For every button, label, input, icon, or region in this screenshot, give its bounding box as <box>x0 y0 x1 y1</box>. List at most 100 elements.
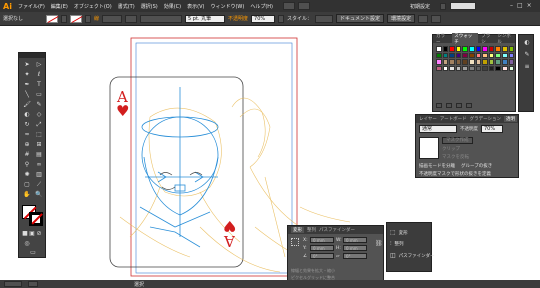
swatch-chip[interactable] <box>488 59 495 65</box>
draw-mode-icon[interactable]: ◎ <box>22 240 32 248</box>
invert-mask-checkbox[interactable]: マスクを反転 <box>442 154 473 160</box>
swatch-chip[interactable] <box>501 59 508 65</box>
hand-tool-icon[interactable]: ✋ <box>22 191 32 199</box>
swatch-chip[interactable] <box>468 46 475 52</box>
stroke-dropdown[interactable] <box>85 14 91 23</box>
stroke-label[interactable]: 線 <box>94 15 99 22</box>
swatch-chip[interactable] <box>482 52 488 59</box>
width-tool-icon[interactable]: ≈ <box>22 131 32 139</box>
direct-selection-tool-icon[interactable]: ▷ <box>34 61 44 69</box>
swatch-chip[interactable] <box>488 46 495 52</box>
fill-dropdown[interactable] <box>61 14 67 23</box>
maximize-icon[interactable]: □ <box>517 2 523 9</box>
swatch-chip[interactable] <box>449 52 455 59</box>
search-field[interactable] <box>450 2 477 10</box>
menu-type[interactable]: 書式(T) <box>118 3 135 10</box>
swatch-chip[interactable] <box>488 52 495 59</box>
swatch-chip[interactable] <box>495 59 501 65</box>
tab-artboards[interactable]: アートボード <box>440 116 467 122</box>
symbol-sprayer-tool-icon[interactable]: ✺ <box>22 171 32 179</box>
swatch-chip[interactable] <box>482 65 488 72</box>
chevron-down-icon[interactable] <box>440 2 447 10</box>
transform-button[interactable] <box>431 14 442 23</box>
swatch-library-icon[interactable] <box>436 103 442 108</box>
swatch-chip[interactable] <box>482 59 488 65</box>
magic-wand-tool-icon[interactable]: ✦ <box>22 71 32 79</box>
menu-view[interactable]: 表示(V) <box>187 3 204 10</box>
scale-tool-icon[interactable]: ⤢ <box>34 121 44 129</box>
menu-window[interactable]: ウィンドウ(W) <box>210 3 244 10</box>
tab-color[interactable]: カラー <box>436 33 449 45</box>
swatch-chip[interactable] <box>462 52 468 59</box>
menu-edit[interactable]: 編集(E) <box>51 3 68 10</box>
opacity-field[interactable]: 70% <box>251 14 276 23</box>
swatch-chip[interactable] <box>475 65 482 72</box>
menu-file[interactable]: ファイル(F) <box>18 3 45 10</box>
opacity-mask-knockout-checkbox[interactable]: 不透明度マスクで形状の抜きを定義 <box>416 170 518 178</box>
type-tool-icon[interactable]: T <box>34 81 44 89</box>
blend-tool-icon[interactable]: ∞ <box>34 161 44 169</box>
swatch-chip[interactable] <box>462 65 468 72</box>
swatch-chip[interactable] <box>501 46 508 52</box>
make-mask-button[interactable]: マスク作成 <box>442 137 473 144</box>
free-transform-tool-icon[interactable]: ⬚ <box>34 131 44 139</box>
screen-mode-icon[interactable]: ▭ <box>28 249 38 257</box>
swatch-chip[interactable] <box>495 46 501 52</box>
menu-object[interactable]: オブジェクト(O) <box>74 3 112 10</box>
swatch-chip[interactable] <box>508 46 515 52</box>
w-field[interactable]: 0 mm <box>343 237 367 243</box>
swatch-chip[interactable] <box>455 59 462 65</box>
swatch-chip[interactable] <box>475 59 482 65</box>
toolbox-header[interactable] <box>19 53 45 58</box>
link-proportions-icon[interactable]: ⛓ <box>375 240 383 247</box>
mesh-tool-icon[interactable]: # <box>22 151 32 159</box>
color-mode-icon[interactable]: ■ <box>22 230 28 238</box>
preferences-button[interactable]: 環境設定 <box>387 14 416 23</box>
gradient-mode-icon[interactable]: ▣ <box>29 230 35 238</box>
variable-width-dropdown[interactable] <box>125 14 138 23</box>
pen-tool-icon[interactable]: ✒ <box>22 81 32 89</box>
swatch-chip[interactable] <box>449 59 455 65</box>
swatch-chip[interactable] <box>482 46 488 52</box>
swatch-chip[interactable] <box>501 52 508 59</box>
opacity-label[interactable]: 不透明度 <box>228 15 248 22</box>
rotate-tool-icon[interactable]: ↻ <box>22 121 32 129</box>
swatch-chip[interactable] <box>455 52 462 59</box>
swatch-chip[interactable] <box>508 59 515 65</box>
knockout-group-checkbox[interactable]: グループの抜き <box>461 163 492 169</box>
swatch-chip[interactable] <box>442 52 449 59</box>
swatch-chip[interactable] <box>501 65 508 72</box>
swatch-chip[interactable] <box>442 46 449 52</box>
shape-builder-tool-icon[interactable]: ⊕ <box>22 141 32 149</box>
swatch-chip[interactable] <box>442 65 449 72</box>
paintbrush-tool-icon[interactable]: 🖌 <box>22 101 32 109</box>
brush-profile-dropdown[interactable] <box>140 14 183 23</box>
menu-help[interactable]: ヘルプ(H) <box>250 3 273 10</box>
swatch-chip[interactable] <box>495 65 501 72</box>
swatch-chip[interactable] <box>449 46 455 52</box>
tab-gradient[interactable]: グラデーション <box>470 116 501 122</box>
swatch-chip[interactable] <box>488 65 495 72</box>
show-kinds-icon[interactable] <box>446 103 452 108</box>
blend-mode-select[interactable]: 通常 <box>419 125 457 133</box>
swatch-chip[interactable] <box>508 65 515 72</box>
new-swatch-icon[interactable] <box>456 103 462 108</box>
eyedropper-tool-icon[interactable]: ⚲ <box>22 161 32 169</box>
perspective-grid-tool-icon[interactable]: ⊞ <box>34 141 44 149</box>
selection-tool-icon[interactable]: ➤ <box>22 61 32 69</box>
tab-symbols[interactable]: シンボル <box>497 33 515 45</box>
align-button[interactable] <box>418 14 429 23</box>
artboard-tool-icon[interactable]: ▢ <box>22 181 32 189</box>
color-panel-icon[interactable]: ◐ <box>522 39 532 47</box>
swatch-chip[interactable] <box>449 65 455 72</box>
graph-tool-icon[interactable]: ▥ <box>34 171 44 179</box>
y-field[interactable]: 0 mm <box>310 245 334 251</box>
workspace-switcher[interactable]: 初期設定 <box>410 3 430 10</box>
bridge-button[interactable] <box>283 2 295 10</box>
h-field[interactable]: 0 mm <box>343 245 367 251</box>
swatch-chip[interactable] <box>495 52 501 59</box>
x-field[interactable]: 0 mm <box>310 237 334 243</box>
swatch-chip[interactable] <box>468 65 475 72</box>
reference-point-icon[interactable] <box>291 238 299 246</box>
close-icon[interactable]: × <box>527 2 532 9</box>
